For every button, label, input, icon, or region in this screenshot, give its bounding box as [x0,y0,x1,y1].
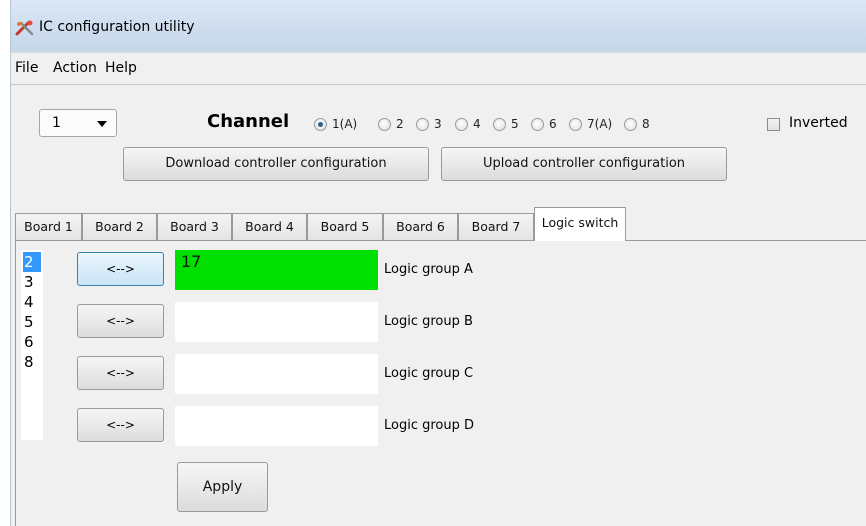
list-item[interactable]: 2 [23,252,41,272]
channel-radio-5[interactable]: 5 [493,116,519,132]
menu-bar: File Action Help [11,52,866,85]
radio-checked-icon[interactable] [314,117,327,131]
menu-file[interactable]: File [15,60,38,76]
tools-icon [15,20,34,36]
channel-radio-label: 8 [642,117,650,131]
menu-help[interactable]: Help [105,60,137,76]
tab-board-3[interactable]: Board 3 [157,213,232,240]
list-item[interactable]: 5 [23,312,41,332]
controller-select[interactable]: 1 [39,109,117,137]
chevron-down-icon[interactable] [97,121,107,127]
list-item[interactable]: 8 [23,352,41,372]
list-item[interactable]: 6 [23,332,41,352]
controller-select-value: 1 [52,115,61,131]
channel-radio-7a[interactable]: 7(A) [569,116,612,132]
logic-group-a-label: Logic group A [384,262,473,277]
swap-group-a-button[interactable]: <--> [77,252,164,286]
logic-group-d-label: Logic group D [384,418,475,433]
radio-icon[interactable] [455,117,468,131]
radio-icon[interactable] [378,117,391,131]
window-title: IC configuration utility [39,19,195,35]
logic-group-b-label: Logic group B [384,314,473,329]
channel-radio-8[interactable]: 8 [624,116,650,132]
channel-radio-3[interactable]: 3 [416,116,442,132]
inverted-checkbox[interactable] [767,118,780,131]
channel-radio-2[interactable]: 2 [378,116,404,132]
channel-radio-label: 5 [511,117,519,131]
channel-radio-4[interactable]: 4 [455,116,481,132]
swap-group-b-button[interactable]: <--> [77,304,164,338]
tab-board-5[interactable]: Board 5 [307,213,383,240]
radio-icon[interactable] [624,117,637,131]
apply-button[interactable]: Apply [177,462,268,512]
swap-group-d-button[interactable]: <--> [77,408,164,442]
channel-radio-label: 4 [473,117,481,131]
tab-logic-switch[interactable]: Logic switch [534,207,626,241]
title-bar: IC configuration utility [11,0,866,52]
logic-group-d-field[interactable] [175,406,378,446]
radio-icon[interactable] [531,117,544,131]
channel-radio-label: 1(A) [332,117,358,131]
list-item[interactable]: 3 [23,272,41,292]
swap-group-c-button[interactable]: <--> [77,356,164,390]
radio-icon[interactable] [416,117,429,131]
channel-radio-label: 3 [434,117,442,131]
logic-channel-list[interactable]: 2 3 4 5 6 8 [21,250,43,440]
download-config-button[interactable]: Download controller configuration [123,147,429,181]
tab-board-6[interactable]: Board 6 [383,213,458,240]
channel-radio-label: 2 [396,117,404,131]
list-item[interactable]: 4 [23,292,41,312]
tab-board-7[interactable]: Board 7 [458,213,534,240]
radio-icon[interactable] [569,117,582,131]
upload-config-button[interactable]: Upload controller configuration [441,147,727,181]
app-window: IC configuration utility File Action Hel… [10,0,866,526]
inverted-label[interactable]: Inverted [789,115,848,131]
channel-radio-label: 7(A) [587,117,613,131]
tab-board-4[interactable]: Board 4 [232,213,307,240]
channel-label: Channel [207,111,290,132]
menu-action[interactable]: Action [53,60,97,76]
channel-radio-label: 6 [549,117,557,131]
channel-radio-6[interactable]: 6 [531,116,557,132]
tab-board-1[interactable]: Board 1 [15,213,82,240]
channel-radio-1a[interactable]: 1(A) [314,116,357,132]
logic-group-b-field[interactable] [175,302,378,342]
tab-board-2[interactable]: Board 2 [82,213,157,240]
logic-group-a-field[interactable]: 17 [175,250,378,290]
logic-group-c-label: Logic group C [384,366,474,381]
radio-icon[interactable] [493,117,506,131]
logic-group-c-field[interactable] [175,354,378,394]
